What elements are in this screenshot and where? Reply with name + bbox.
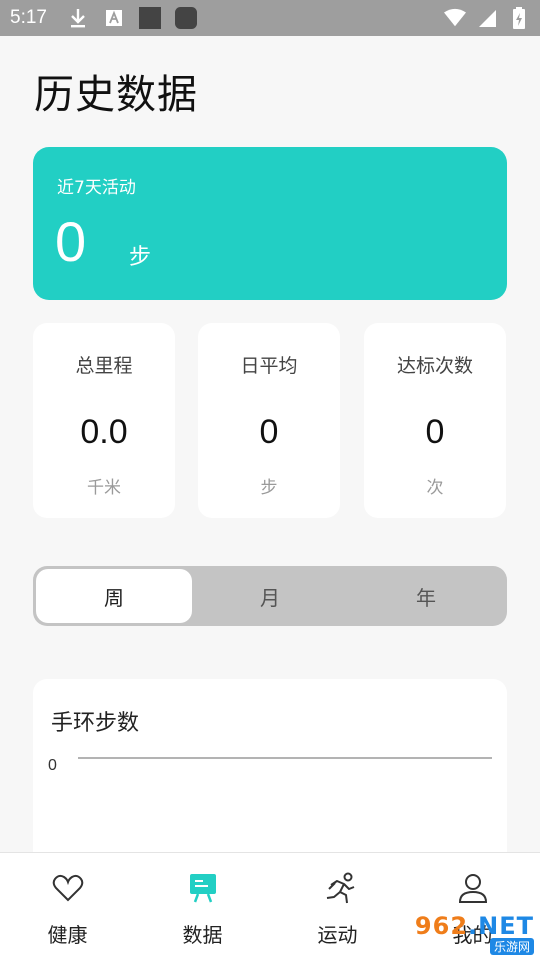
stat-label: 达标次数 <box>396 355 473 377</box>
tab-label: 运动 <box>317 923 358 947</box>
status-bar: 5:17 <box>0 0 540 36</box>
heart-icon <box>51 871 85 905</box>
tab-exercise[interactable]: 运动 <box>270 853 405 960</box>
stat-value: 0 <box>425 413 445 451</box>
site-watermark: 962.NET 乐游网 <box>400 912 534 956</box>
person-icon <box>456 871 490 905</box>
page-title: 历史数据 <box>34 72 198 118</box>
runner-icon <box>321 871 355 905</box>
activity-label: 近7天活动 <box>57 178 136 198</box>
step-chart: 0 <box>48 757 492 774</box>
tab-label: 健康 <box>47 923 88 947</box>
activity-value: 0 <box>55 210 87 273</box>
period-segmented-control: 周 月 年 <box>33 566 507 626</box>
tab-label: 数据 <box>182 923 223 947</box>
tab-health[interactable]: 健康 <box>0 853 135 960</box>
tab-week[interactable]: 周 <box>36 569 192 623</box>
download-icon <box>67 7 89 29</box>
activity-unit: 步 <box>129 245 152 270</box>
stat-label: 总里程 <box>75 355 133 377</box>
stat-label: 日平均 <box>240 355 298 377</box>
status-time: 5:17 <box>10 7 47 28</box>
rounded-app-icon <box>174 7 197 29</box>
stat-card-daily-average: 日平均 0 步 <box>198 323 340 518</box>
chart-board-icon <box>186 871 220 905</box>
wifi-icon <box>444 7 466 29</box>
watermark-sub: 乐游网 <box>489 938 534 955</box>
stat-value: 0.0 <box>80 413 128 451</box>
signal-icon <box>476 7 498 29</box>
stat-card-goal-count: 达标次数 0 次 <box>364 323 506 518</box>
battery-icon <box>508 7 530 29</box>
stat-value: 0 <box>259 413 279 451</box>
step-chart-card: 手环步数 0 <box>33 679 507 879</box>
stat-unit: 步 <box>260 478 278 498</box>
stat-unit: 千米 <box>87 478 121 498</box>
tab-data[interactable]: 数据 <box>135 853 270 960</box>
watermark-logo: 962.NET <box>414 912 534 940</box>
square-app-icon <box>138 7 161 29</box>
y-tick-label: 0 <box>48 757 57 774</box>
stat-card-distance: 总里程 0.0 千米 <box>33 323 175 518</box>
activity-card: 近7天活动 0 步 <box>33 147 507 300</box>
tab-month[interactable]: 月 <box>192 569 348 623</box>
stat-unit: 次 <box>426 478 444 498</box>
font-app-icon <box>103 7 125 29</box>
tab-year[interactable]: 年 <box>348 569 504 623</box>
